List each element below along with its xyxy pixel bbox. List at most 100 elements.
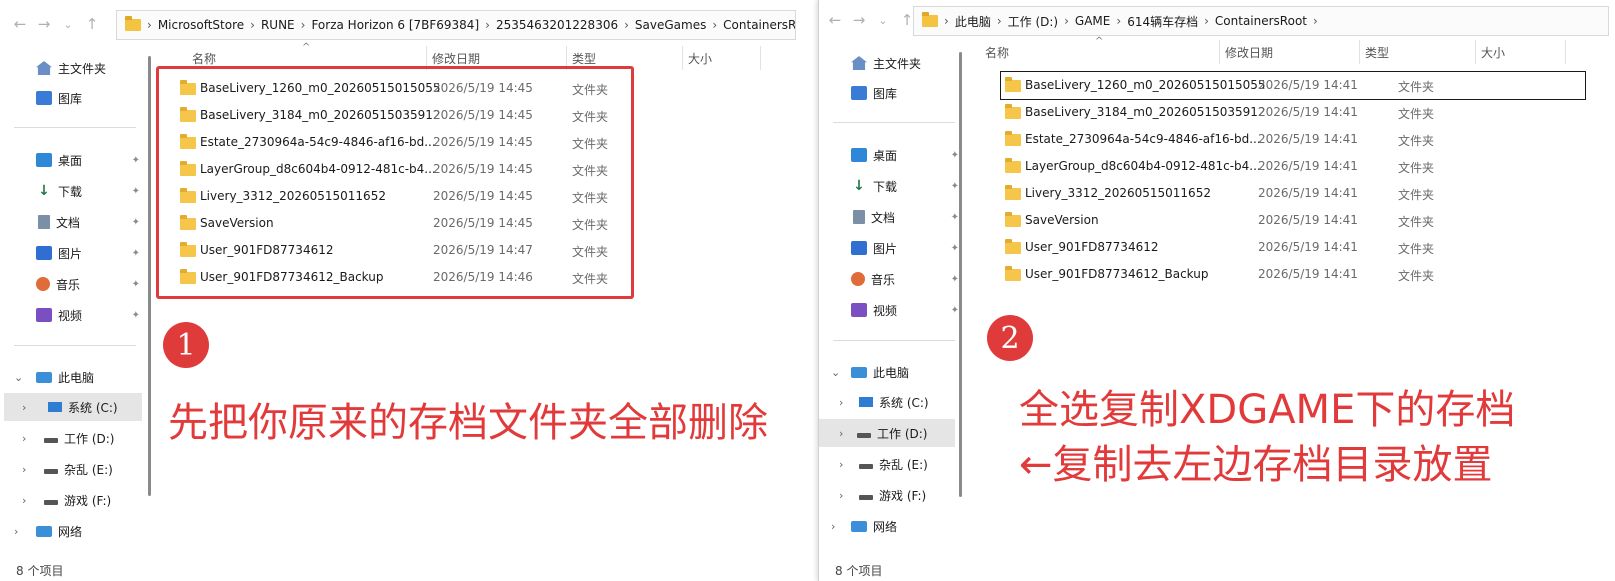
up-arrow-icon[interactable]: ↑ [80,15,104,33]
column-header-name[interactable]: 名称 [985,44,1009,61]
forward-arrow-icon[interactable]: → [32,15,56,33]
file-row[interactable]: User_901FD87734612 2026/5/19 14:41 文件夹 [1001,234,1585,261]
sidebar-item-drive-e[interactable]: › 杂乱 (E:) [819,450,965,478]
sidebar-item-downloads[interactable]: ↓ 下载 ✦ [819,172,965,200]
sidebar-item-videos[interactable]: 视频 ✦ [0,301,146,329]
file-row[interactable]: SaveVersion 2026/5/19 14:41 文件夹 [1001,207,1585,234]
sidebar-item-music[interactable]: 音乐 ✦ [819,265,965,293]
pin-icon[interactable]: ✦ [951,212,959,223]
pin-icon[interactable]: ✦ [951,274,959,285]
sidebar-item-music[interactable]: 音乐 ✦ [0,270,146,298]
chevron-right-icon[interactable]: › [839,489,843,502]
sidebar-item-drive-d[interactable]: › 工作 (D:) [0,424,146,452]
breadcrumb-item[interactable]: 614辆车存档 [1127,13,1198,30]
chevron-right-icon[interactable]: › [839,458,843,471]
sidebar-item-documents[interactable]: 文档 ✦ [0,208,146,236]
pin-icon[interactable]: ✦ [132,155,140,166]
chevron-down-icon[interactable]: ⌄ [14,371,23,384]
sidebar-item-downloads[interactable]: ↓ 下载 ✦ [0,177,146,205]
breadcrumb-item[interactable]: 2535463201228306 [496,18,618,32]
forward-arrow-icon[interactable]: → [847,11,871,29]
sidebar-item-network[interactable]: › 网络 [0,517,146,545]
column-header-type[interactable]: 类型 [572,50,596,67]
column-header-size[interactable]: 大小 [688,50,712,67]
sidebar-item-pictures[interactable]: 图片 ✦ [0,239,146,267]
breadcrumb-item[interactable]: ContainersRoot [1215,14,1307,28]
file-row[interactable]: BaseLivery_3184_m0_20260515035912 2026/5… [1001,99,1585,126]
column-separator[interactable] [1219,40,1220,64]
chevron-right-icon[interactable]: › [839,427,843,440]
sidebar-item-this-pc[interactable]: ⌄ 此电脑 [819,358,965,386]
column-header-type[interactable]: 类型 [1365,44,1389,61]
sidebar-item-desktop[interactable]: 桌面 ✦ [0,146,146,174]
breadcrumb-item[interactable]: GAME [1075,14,1110,28]
sidebar-item-drive-f[interactable]: › 游戏 (F:) [819,481,965,509]
pin-icon[interactable]: ✦ [951,243,959,254]
address-bar[interactable]: › 此电脑 › 工作 (D:) › GAME › 614辆车存档 › Conta… [913,6,1609,36]
pin-icon[interactable]: ✦ [951,305,959,316]
column-separator[interactable] [1359,40,1360,64]
breadcrumb-item[interactable]: RUNE [261,18,295,32]
file-row[interactable]: BaseLivery_1260_m0_20260515015055 2026/5… [1000,71,1586,100]
sidebar-item-network[interactable]: › 网络 [819,512,965,540]
sidebar-item-drive-f[interactable]: › 游戏 (F:) [0,486,146,514]
sidebar-scrollbar[interactable] [148,56,151,496]
sidebar-item-label: 杂乱 (E:) [879,457,928,472]
sidebar-item-drive-d[interactable]: › 工作 (D:) [819,419,955,447]
sidebar-item-home[interactable]: 主文件夹 [0,54,146,82]
chevron-right-icon[interactable]: › [22,401,26,414]
column-header-size[interactable]: 大小 [1481,44,1505,61]
chevron-right-icon[interactable]: › [831,520,835,533]
column-header-modified[interactable]: 修改日期 [432,50,480,67]
chevron-down-icon[interactable]: ⌄ [831,366,840,379]
pin-icon[interactable]: ✦ [951,150,959,161]
sidebar-item-videos[interactable]: 视频 ✦ [819,296,965,324]
sidebar-item-drive-e[interactable]: › 杂乱 (E:) [0,455,146,483]
sidebar-item-pictures[interactable]: 图片 ✦ [819,234,965,262]
pin-icon[interactable]: ✦ [132,279,140,290]
chevron-right-icon[interactable]: › [22,463,26,476]
chevron-right-icon[interactable]: › [839,396,843,409]
breadcrumb-item[interactable]: Forza Horizon 6 [7BF69384] [311,18,479,32]
column-header-modified[interactable]: 修改日期 [1225,44,1273,61]
column-header-name[interactable]: 名称 [192,50,216,67]
sidebar-item-this-pc[interactable]: ⌄ 此电脑 [0,363,146,391]
file-row[interactable]: User_901FD87734612_Backup 2026/5/19 14:4… [1001,261,1585,288]
breadcrumb-item[interactable]: SaveGames [635,18,706,32]
sidebar-item-documents[interactable]: 文档 ✦ [819,203,965,231]
chevron-right-icon[interactable]: › [22,432,26,445]
chevron-right-icon[interactable]: › [14,525,18,538]
back-arrow-icon[interactable]: ← [823,11,847,29]
sidebar-item-desktop[interactable]: 桌面 ✦ [819,141,965,169]
back-arrow-icon[interactable]: ← [8,15,32,33]
status-bar-item-count: 8 个项目 [835,564,883,578]
address-bar[interactable]: › MicrosoftStore › RUNE › Forza Horizon … [116,10,796,40]
file-type: 文件夹 [1398,215,1435,229]
column-separator[interactable] [1475,40,1476,64]
home-icon [36,61,52,75]
pin-icon[interactable]: ✦ [132,248,140,259]
sidebar-item-gallery[interactable]: 图库 [819,79,965,107]
recent-chevron-down-icon[interactable]: ⌄ [871,14,895,27]
sidebar-item-drive-c[interactable]: › 系统 (C:) [4,393,142,421]
pin-icon[interactable]: ✦ [132,186,140,197]
pin-icon[interactable]: ✦ [132,310,140,321]
breadcrumb-item[interactable]: 工作 (D:) [1008,13,1058,30]
column-separator[interactable] [682,46,683,70]
breadcrumb-item[interactable]: 此电脑 [955,13,991,30]
sidebar-item-gallery[interactable]: 图库 [0,84,146,112]
recent-chevron-down-icon[interactable]: ⌄ [56,18,80,31]
column-separator[interactable] [1565,40,1566,64]
breadcrumb-item[interactable]: MicrosoftStore [158,18,244,32]
column-separator[interactable] [760,46,761,70]
pin-icon[interactable]: ✦ [951,181,959,192]
sidebar-item-drive-c[interactable]: › 系统 (C:) [819,388,965,416]
chevron-right-icon[interactable]: › [22,494,26,507]
sidebar-scrollbar[interactable] [959,52,962,497]
file-row[interactable]: Estate_2730964a-54c9-4846-af16-bd... 202… [1001,126,1585,153]
breadcrumb-item[interactable]: ContainersRoot [723,18,795,32]
pin-icon[interactable]: ✦ [132,217,140,228]
file-row[interactable]: LayerGroup_d8c604b4-0912-481c-b4... 2026… [1001,153,1585,180]
sidebar-item-home[interactable]: 主文件夹 [819,49,965,77]
file-row[interactable]: Livery_3312_20260515011652 2026/5/19 14:… [1001,180,1585,207]
